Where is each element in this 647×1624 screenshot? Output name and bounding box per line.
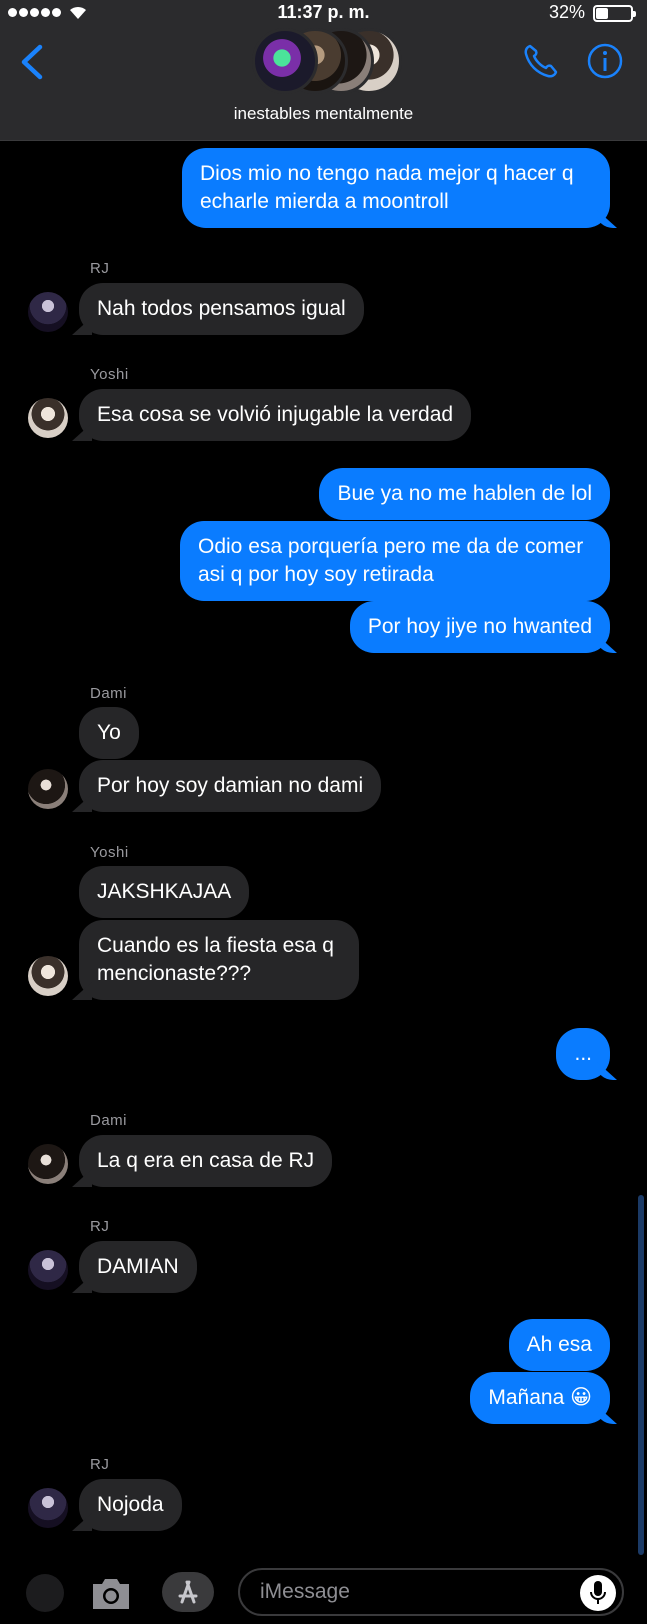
sender-avatar[interactable] — [28, 1250, 68, 1290]
imessage-input[interactable] — [238, 1568, 624, 1616]
sender-name: Yoshi — [90, 844, 129, 861]
group-avatar-stack[interactable] — [252, 24, 402, 100]
sender-avatar[interactable] — [28, 292, 68, 332]
apps-circle-button[interactable] — [26, 1574, 64, 1612]
sender-name: Yoshi — [90, 366, 129, 383]
message-incoming[interactable]: JAKSHKAJAA — [79, 866, 250, 918]
scrollbar[interactable] — [638, 1195, 644, 1555]
sender-name: Dami — [90, 685, 128, 702]
conversation-header: 11:37 p. m. 32% inestables mentalmente — [0, 0, 647, 141]
battery-icon — [593, 5, 636, 22]
group-name[interactable]: inestables mentalmente — [0, 104, 647, 124]
info-icon[interactable] — [586, 42, 624, 80]
message-outgoing[interactable]: Por hoy jiye no hwanted — [349, 601, 610, 653]
sender-avatar[interactable] — [28, 769, 68, 809]
message-outgoing[interactable]: Odio esa porquería pero me da de comer a… — [180, 521, 610, 601]
status-bar: 11:37 p. m. 32% — [0, 0, 647, 26]
phone-icon[interactable] — [522, 42, 560, 80]
sender-avatar[interactable] — [28, 956, 68, 996]
camera-icon[interactable] — [89, 1576, 133, 1612]
message-incoming[interactable]: Esa cosa se volvió injugable la verdad — [79, 389, 472, 441]
battery-percentage: 32% — [548, 2, 585, 22]
message-incoming[interactable]: Nojoda — [79, 1479, 182, 1531]
message-outgoing[interactable]: Ah esa — [508, 1319, 610, 1371]
compose-bar — [0, 1560, 647, 1624]
message-incoming[interactable]: Cuando es la fiesta esa q mencionaste??? — [79, 920, 359, 1000]
back-chevron-icon[interactable] — [18, 44, 46, 80]
message-outgoing[interactable]: ... — [556, 1028, 610, 1080]
sender-avatar[interactable] — [28, 1144, 68, 1184]
message-outgoing[interactable]: Bue ya no me hablen de lol — [319, 468, 610, 520]
sender-avatar[interactable] — [28, 398, 68, 438]
message-incoming[interactable]: Nah todos pensamos igual — [79, 283, 364, 335]
message-incoming[interactable]: Yo — [79, 707, 139, 759]
microphone-icon — [590, 1581, 606, 1604]
message-outgoing[interactable]: Dios mio no tengo nada mejor q hacer q e… — [182, 148, 610, 228]
group-avatar-main — [252, 28, 318, 94]
message-incoming[interactable]: Por hoy soy damian no dami — [79, 760, 382, 812]
sender-avatar[interactable] — [28, 1488, 68, 1528]
app-store-button[interactable] — [162, 1572, 214, 1612]
sender-name: RJ — [90, 1218, 110, 1235]
message-incoming[interactable]: DAMIAN — [79, 1241, 197, 1293]
sender-name: Dami — [90, 1112, 128, 1129]
battery-level — [596, 8, 608, 19]
microphone-button[interactable] — [580, 1575, 616, 1611]
app-store-icon — [178, 1580, 198, 1604]
sender-name: RJ — [90, 1456, 110, 1473]
message-outgoing[interactable]: Mañana 😀 — [470, 1372, 610, 1424]
sender-name: RJ — [90, 260, 110, 277]
message-incoming[interactable]: La q era en casa de RJ — [79, 1135, 333, 1187]
